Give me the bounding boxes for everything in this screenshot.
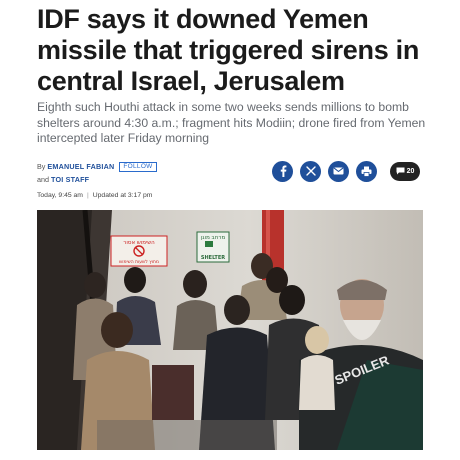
share-bar: 20 — [272, 160, 420, 182]
byline: By EMANUEL FABIAN FOLLOW and TOI STAFF T… — [37, 160, 257, 202]
byline-row-1: By EMANUEL FABIAN FOLLOW — [37, 160, 257, 173]
x-share-button[interactable] — [300, 160, 321, 182]
article-subheadline: Eighth such Houthi attack in some two we… — [37, 100, 426, 145]
date-separator: | — [86, 192, 89, 199]
sign-right-line1: מרחב מוגן — [201, 235, 226, 241]
email-share-button[interactable] — [328, 160, 349, 182]
x-icon — [305, 166, 316, 176]
sign-right-line2: SHELTER — [201, 255, 225, 261]
print-icon — [361, 166, 372, 177]
print-button[interactable] — [356, 160, 377, 182]
photo-shelter-scene: SPOILER השימוש אסור מחוץ לשעות השימוש מר… — [37, 210, 423, 450]
follow-button[interactable]: FOLLOW — [119, 162, 157, 172]
sign-left-line1: השימוש אסור — [123, 240, 155, 246]
dateline: Today, 9:45 am | Updated at 3:17 pm — [37, 189, 257, 202]
article-headline: IDF says it downed Yemen missile that tr… — [37, 4, 420, 96]
comments-button[interactable]: 20 — [390, 161, 420, 181]
author-link-toi-staff[interactable]: TOI STAFF — [51, 175, 89, 184]
email-icon — [333, 167, 344, 175]
facebook-share-button[interactable] — [272, 160, 293, 182]
sign-left-line2: מחוץ לשעות השימוש — [119, 260, 159, 265]
facebook-icon — [280, 165, 286, 177]
updated-time: Updated at 3:17 pm — [92, 192, 153, 199]
byline-row-2: and TOI STAFF — [37, 173, 257, 186]
comment-count: 20 — [406, 167, 415, 175]
article-photo[interactable]: SPOILER השימוש אסור מחוץ לשעות השימוש מר… — [37, 210, 423, 450]
author-link-emanuel-fabian[interactable]: EMANUEL FABIAN — [47, 162, 114, 171]
comment-icon — [396, 167, 405, 175]
by-prefix: By — [37, 162, 46, 171]
and-prefix: and — [37, 175, 49, 184]
published-time: Today, 9:45 am — [37, 192, 83, 199]
